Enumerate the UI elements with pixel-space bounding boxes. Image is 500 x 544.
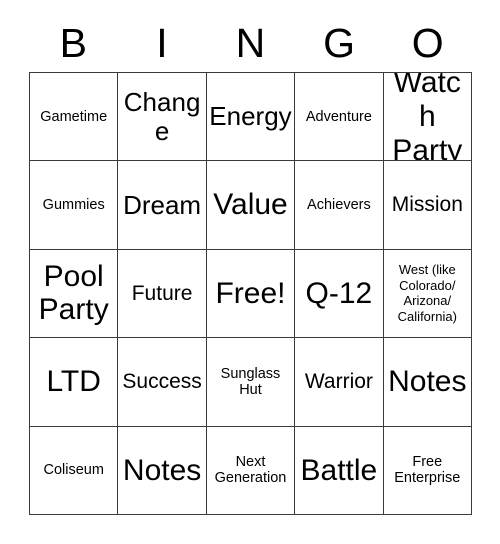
bingo-cell-label: Sunglass Hut (220, 365, 281, 398)
bingo-cell-r1c5[interactable]: Watch Party (383, 73, 472, 162)
bingo-cell-r5c1[interactable]: Coliseum (30, 426, 119, 515)
bingo-cell-label: LTD (46, 365, 101, 399)
bingo-cell-label: Notes (388, 365, 467, 399)
bingo-cell-r2c4[interactable]: Achievers (295, 161, 384, 250)
header-letter-o: O (411, 19, 444, 66)
bingo-cell-r4c5[interactable]: Notes (383, 338, 472, 427)
bingo-cell-r2c5[interactable]: Mission (383, 161, 472, 250)
bingo-cell-r2c2[interactable]: Dream (118, 161, 207, 250)
bingo-cell-r4c1[interactable]: LTD (30, 338, 119, 427)
bingo-cell-label: West (like Colorado/ Arizona/ California… (397, 262, 457, 325)
bingo-header: B I N G O (29, 14, 472, 72)
bingo-cell-r5c3[interactable]: Next Generation (206, 426, 296, 515)
bingo-cell-label: Gummies (42, 196, 105, 213)
bingo-cell-label: Pool Party (38, 259, 109, 327)
bingo-cell-r5c5[interactable]: Free Enterprise (383, 426, 472, 515)
header-letter-n: N (235, 19, 266, 66)
bingo-cell-r2c1[interactable]: Gummies (30, 161, 119, 250)
bingo-cell-label: Warrior (304, 370, 373, 394)
bingo-cell-r1c2[interactable]: Change (118, 73, 207, 162)
bingo-cell-r3c3[interactable]: Free! (206, 249, 296, 339)
bingo-cell-r1c1[interactable]: Gametime (30, 73, 119, 162)
bingo-grid: Gametime Change Energy Adventure Watch Party… (29, 72, 472, 515)
header-letter-b: B (59, 19, 87, 66)
bingo-cell-label: Dream (123, 189, 202, 220)
bingo-cell-label: Free Enterprise (394, 454, 461, 487)
bingo-cell-r4c4[interactable]: Warrior (295, 338, 384, 427)
bingo-cell-label: Coliseum (43, 462, 104, 479)
bingo-cell-label: Next Generation (214, 454, 287, 487)
bingo-cell-r4c3[interactable]: Sunglass Hut (206, 338, 296, 427)
bingo-cell-r5c2[interactable]: Notes (118, 426, 207, 515)
bingo-cell-label: Notes (122, 453, 202, 487)
bingo-cell-label: Watch Party (392, 73, 463, 162)
bingo-card: B I N G O Gametime Change Energy Adventure W… (0, 0, 500, 544)
bingo-cell-r5c4[interactable]: Battle (295, 426, 384, 515)
bingo-cell-r3c1[interactable]: Pool Party (30, 249, 119, 339)
bingo-cell-r3c5[interactable]: West (like Colorado/ Arizona/ California… (383, 249, 472, 339)
bingo-cell-r3c2[interactable]: Future (118, 249, 207, 339)
bingo-cell-label: Change (123, 86, 201, 146)
header-letter-i: I (156, 19, 168, 66)
bingo-cell-r1c4[interactable]: Adventure (295, 73, 384, 162)
bingo-cell-r2c3[interactable]: Value (206, 161, 296, 250)
bingo-cell-r1c3[interactable]: Energy (206, 73, 296, 162)
bingo-cell-label: Gametime (40, 108, 108, 125)
bingo-cell-label: Success (122, 370, 202, 394)
bingo-cell-r3c4[interactable]: Q-12 (295, 249, 384, 339)
bingo-cell-r4c2[interactable]: Success (118, 338, 207, 427)
bingo-cell-label: Free! (215, 276, 286, 310)
bingo-cell-label: Future (131, 281, 193, 305)
bingo-cell-label: Battle (300, 453, 378, 487)
header-letter-g: G (323, 19, 356, 66)
bingo-cell-label: Achievers (307, 196, 371, 213)
bingo-cell-label: Adventure (305, 108, 372, 125)
bingo-cell-label: Q-12 (305, 276, 373, 310)
bingo-cell-label: Value (213, 188, 288, 222)
bingo-cell-label: Mission (391, 193, 463, 217)
bingo-cell-label: Energy (209, 101, 292, 132)
